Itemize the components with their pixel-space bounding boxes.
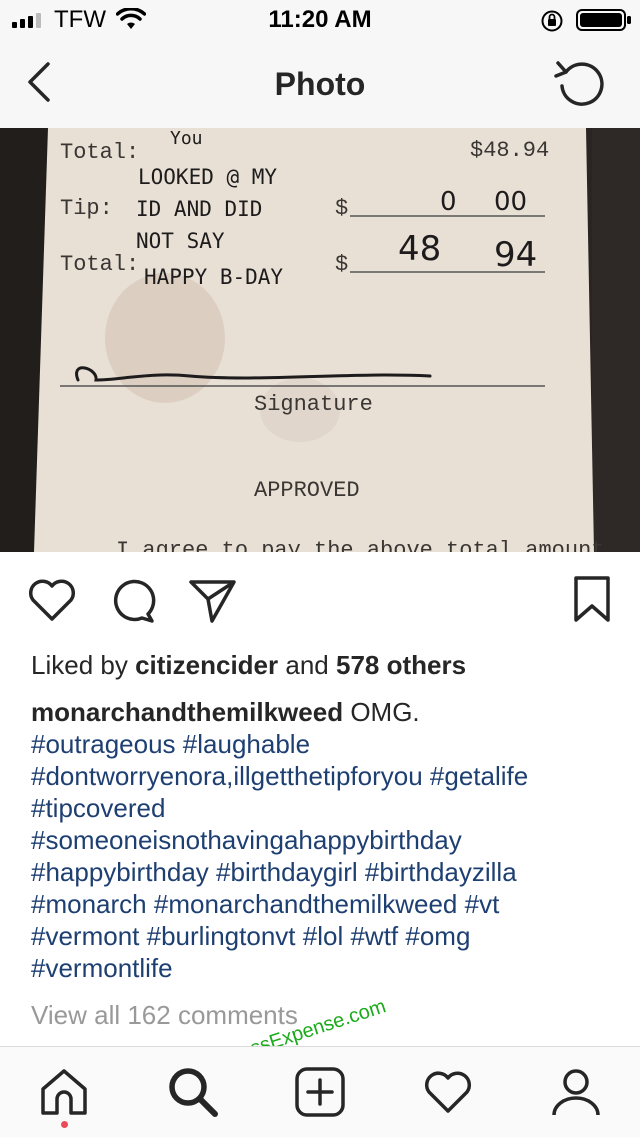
hashtag-link[interactable]: #lol [303, 921, 343, 951]
post-photo[interactable]: Total: $48.94 Tip: $ 0 00 Total: $ 48 94… [0, 128, 640, 552]
hashtag-link[interactable]: #burlingtonvt [147, 921, 296, 951]
hashtag-link[interactable]: #outrageous [31, 729, 176, 759]
receipt-total-currency: $ [335, 252, 348, 277]
caption-hashtag-line: #happybirthday #birthdaygirl #birthdayzi… [31, 856, 621, 888]
notification-dot [61, 1121, 68, 1128]
caption-author[interactable]: monarchandthemilkweed [31, 697, 343, 727]
new-post-icon[interactable] [293, 1065, 347, 1119]
hashtag-link[interactable]: #vermontlife [31, 953, 173, 983]
comment-icon[interactable] [106, 574, 158, 626]
hashtag-link[interactable]: #omg [405, 921, 470, 951]
page-title: Photo [274, 66, 366, 102]
receipt-total-cents: 94 [494, 235, 537, 275]
hashtag-link[interactable]: #someoneisnothavingahappybirthday [31, 825, 462, 855]
handwritten-note-line-1: You [170, 128, 203, 149]
receipt-photo: Total: $48.94 Tip: $ 0 00 Total: $ 48 94… [0, 128, 640, 552]
hashtag-link[interactable]: #vt [465, 889, 500, 919]
caption-hashtag-line: #tipcovered [31, 792, 621, 824]
likes-and: and [285, 650, 329, 680]
post-caption-area: Liked by citizencider and 578 others mon… [31, 650, 621, 984]
caption-hashtag-line: #dontworryenora,illgetthetipforyou #geta… [31, 760, 621, 792]
search-icon[interactable] [166, 1065, 220, 1119]
caption-hashtag-line: #vermontlife [31, 952, 621, 984]
hashtag-link[interactable]: #wtf [350, 921, 398, 951]
thumbprint-smudge [105, 273, 225, 403]
signature-label: Signature [254, 392, 373, 417]
post-caption: monarchandthemilkweed OMG. #outrageous #… [31, 696, 621, 984]
hashtag-link[interactable]: #happybirthday [31, 857, 209, 887]
likes-others[interactable]: 578 others [336, 650, 466, 680]
agree-text: I agree to pay the above total amount [116, 538, 604, 552]
hashtag-link[interactable]: #birthdayzilla [365, 857, 517, 887]
navigation-bar: Photo [0, 40, 640, 129]
rotation-lock-icon [541, 10, 563, 32]
caption-hashtag-line: #outrageous #laughable [31, 728, 621, 760]
view-all-comments-link[interactable]: View all 162 comments [31, 1000, 298, 1031]
battery-icon [576, 9, 631, 31]
receipt-tip-cents: 00 [494, 187, 527, 217]
hashtag-link[interactable]: #birthdaygirl [216, 857, 358, 887]
handwritten-note-line-3: ID AND DID [136, 197, 262, 221]
receipt-total-label: Total: [60, 252, 139, 277]
status-bar: TFW 11:20 AM [0, 0, 640, 40]
receipt-top-total-value: $48.94 [470, 138, 549, 163]
caption-hashtag-line: #someoneisnothavingahappybirthday [31, 824, 621, 856]
hashtag-link[interactable]: #dontworryenora,illgetthetipforyou [31, 761, 423, 791]
likes-summary[interactable]: Liked by citizencider and 578 others [31, 650, 621, 680]
receipt-tip-label: Tip: [60, 196, 113, 221]
caption-hashtag-line: #monarch #monarchandthemilkweed #vt [31, 888, 621, 920]
hashtag-link[interactable]: #monarchandthemilkweed [154, 889, 458, 919]
liked-by-user[interactable]: citizencider [135, 650, 278, 680]
share-icon[interactable] [186, 574, 238, 626]
receipt-total-dollars: 48 [398, 229, 441, 269]
caption-text: OMG. [350, 697, 420, 727]
handwritten-note-line-2: LOOKED @ MY [138, 165, 277, 189]
profile-icon[interactable] [549, 1065, 603, 1119]
heart-icon[interactable] [26, 574, 78, 626]
hashtag-link[interactable]: #vermont [31, 921, 139, 951]
receipt-tip-dollars: 0 [440, 187, 457, 217]
receipt-tip-currency: $ [335, 196, 348, 221]
handwritten-note-line-4: NOT SAY [136, 229, 225, 253]
hashtag-link[interactable]: #monarch [31, 889, 147, 919]
activity-heart-icon[interactable] [421, 1065, 475, 1119]
caption-hashtag-line: #vermont #burlingtonvt #lol #wtf #omg [31, 920, 621, 952]
likes-prefix: Liked by [31, 650, 128, 680]
rotate-icon[interactable] [552, 54, 612, 114]
approved-label: APPROVED [254, 478, 360, 503]
post-actions [0, 552, 640, 648]
receipt-top-total-label: Total: [60, 140, 139, 165]
hashtag-link[interactable]: #getalife [430, 761, 528, 791]
bottom-tab-bar [0, 1046, 640, 1137]
hashtag-link[interactable]: #laughable [183, 729, 310, 759]
home-icon[interactable] [37, 1065, 91, 1119]
hashtag-link[interactable]: #tipcovered [31, 793, 165, 823]
bookmark-icon[interactable] [566, 574, 618, 626]
handwritten-note-line-5: HAPPY B-DAY [144, 265, 283, 289]
